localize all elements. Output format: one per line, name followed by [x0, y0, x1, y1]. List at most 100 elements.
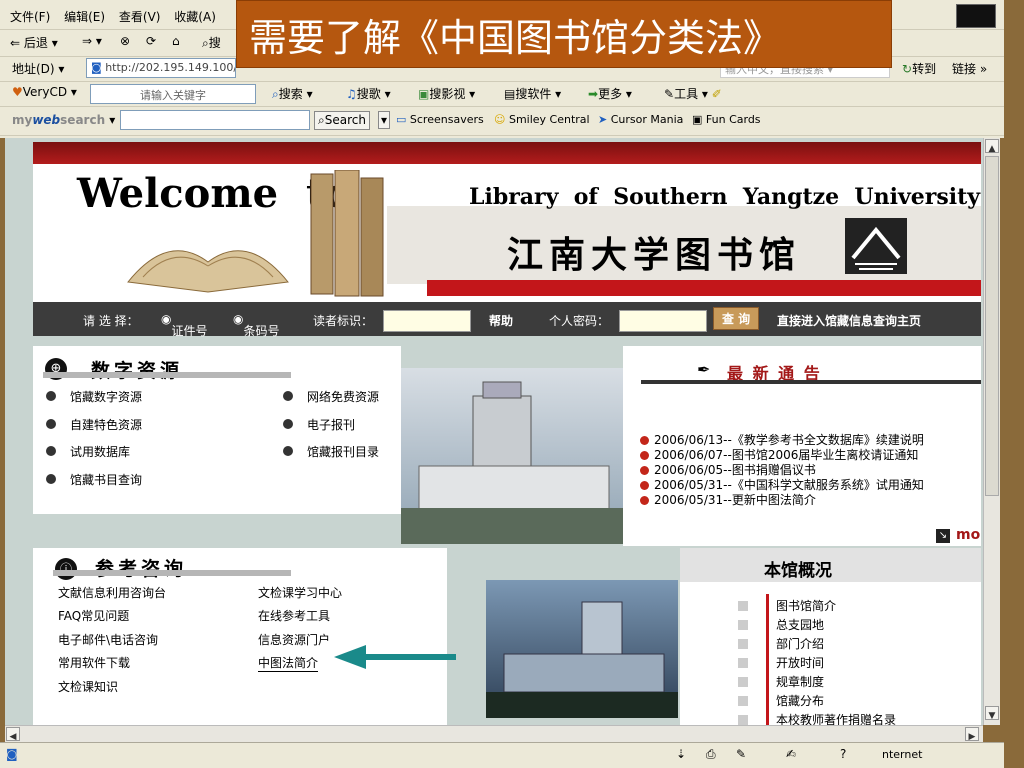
overview-link[interactable]: 图书馆简介 — [738, 597, 836, 614]
verycd-brand[interactable]: ♥VeryCD ▾ — [12, 85, 77, 99]
overview-link[interactable]: 规章制度 — [738, 673, 824, 690]
overview-link[interactable]: 本校教师著作捐赠名录 — [738, 711, 896, 725]
websearch-dropdown[interactable]: ▾ — [378, 111, 391, 129]
scroll-up-icon[interactable]: ▲ — [985, 139, 999, 154]
password-input[interactable] — [619, 310, 707, 332]
password-label: 个人密码： — [549, 314, 610, 328]
reader-id-input[interactable] — [383, 310, 471, 332]
overview-link[interactable]: 总支园地 — [738, 616, 824, 633]
header-red-band — [33, 142, 981, 164]
verycd-video[interactable]: ▣搜影视 ▾ — [418, 85, 475, 102]
overview-link[interactable]: 部门介绍 — [738, 635, 824, 652]
websearch-input[interactable] — [120, 110, 310, 130]
bullet-icon — [283, 419, 293, 429]
scroll-thumb[interactable] — [985, 156, 999, 496]
bullet-icon — [283, 391, 293, 401]
stop-button[interactable]: ⊗ — [120, 34, 130, 48]
search-button[interactable]: ⌕搜 — [202, 34, 221, 51]
horizontal-scrollbar[interactable]: ◀ ▶ — [5, 725, 983, 742]
digital-link[interactable]: 自建特色资源 — [70, 416, 142, 433]
forward-icon: ⇒ — [82, 34, 93, 48]
slide-title: 需要了解《中国图书馆分类法》 — [249, 16, 782, 60]
scroll-left-icon[interactable]: ◀ — [6, 727, 20, 742]
overview-link[interactable]: 开放时间 — [738, 654, 824, 671]
page-status-icon: ◙ — [6, 747, 18, 761]
verycd-music[interactable]: ♫搜歌 ▾ — [346, 85, 391, 102]
radio-barcode[interactable]: ◉ 条码号 — [233, 312, 280, 338]
bullet-icon — [283, 446, 293, 456]
menu-file[interactable]: 文件(F) — [10, 8, 50, 25]
go-button[interactable]: ↻转到 — [902, 60, 936, 77]
menu-view[interactable]: 查看(V) — [119, 8, 161, 25]
digital-link[interactable]: 电子报刊 — [307, 416, 355, 433]
smiley-central-link[interactable]: ☺ Smiley Central — [494, 113, 590, 126]
more-link[interactable]: more — [956, 527, 981, 543]
reference-link[interactable]: FAQ常见问题 — [58, 607, 129, 624]
overview-title: 本馆概况 — [764, 561, 832, 581]
title-underline — [43, 372, 291, 378]
menu-edit[interactable]: 编辑(E) — [64, 8, 105, 25]
screensavers-link[interactable]: ▭ Screensavers — [396, 113, 484, 126]
verycd-tools[interactable]: ✎工具 ▾ ✐ — [664, 85, 722, 102]
verycd-search-input[interactable]: 请输入关键字 — [90, 84, 256, 104]
open-book-image — [123, 222, 293, 294]
websearch-logo[interactable]: mywebsearch ▾ — [12, 113, 115, 127]
notice-item[interactable]: 2006/05/31--更新中图法简介 — [640, 491, 816, 508]
arrow-box-icon — [738, 677, 748, 687]
catalog-home-link[interactable]: 直接进入馆藏信息查询主页 — [777, 312, 921, 329]
help-link[interactable]: 帮助 — [489, 312, 513, 329]
arrow-box-icon — [738, 696, 748, 706]
verycd-more[interactable]: ➡更多 ▾ — [588, 85, 632, 102]
reference-link[interactable]: 文献信息利用咨询台 — [58, 584, 166, 601]
digital-link[interactable]: 馆藏报刊目录 — [307, 443, 379, 460]
download-icon: ⇣ — [676, 747, 687, 761]
verycd-software[interactable]: ▤搜软件 ▾ — [504, 85, 561, 102]
vertical-scrollbar[interactable]: ▲ ▼ — [983, 138, 1000, 725]
slide-title-box: 需要了解《中国图书馆分类法》 — [236, 0, 892, 68]
query-button[interactable]: 查 询 — [713, 307, 760, 330]
reference-link[interactable]: 常用软件下载 — [58, 654, 130, 671]
home-button[interactable]: ⌂ — [172, 34, 180, 48]
digital-link[interactable]: 馆藏数字资源 — [70, 388, 142, 405]
back-button[interactable]: ⇐ 后退 ▾ — [10, 34, 58, 51]
smiley-icon: ☺ — [494, 113, 506, 126]
windows-logo-icon — [956, 4, 996, 28]
back-icon: ⇐ — [10, 36, 21, 50]
reference-link[interactable]: 文检课学习中心 — [258, 584, 342, 601]
reference-link[interactable]: 在线参考工具 — [258, 607, 330, 624]
address-label: 地址(D) ▾ — [12, 62, 65, 76]
home-icon: ⌂ — [172, 34, 180, 48]
library-banner: Welcome to Library of Southern Yangtze U… — [33, 164, 981, 302]
radio-id-number[interactable]: ◉ 证件号 — [161, 312, 208, 338]
digital-link[interactable]: 网络免费资源 — [307, 388, 379, 405]
url-input[interactable]: ◙ http://202.195.149.100/ — [86, 58, 236, 78]
bullet-icon — [46, 446, 56, 456]
refresh-button[interactable]: ⟳ — [146, 34, 156, 48]
reference-link[interactable]: 信息资源门户 — [258, 631, 330, 648]
menu-favorites[interactable]: 收藏(A) — [174, 8, 216, 25]
websearch-search-button[interactable]: ⌕Search — [314, 111, 370, 130]
reader-id-label: 读者标识： — [313, 314, 374, 328]
banner-red-stripe — [427, 280, 981, 296]
refresh-icon: ⟳ — [146, 34, 157, 48]
notice-bullet-icon — [640, 436, 649, 445]
clc-intro-link[interactable]: 中图法简介 — [258, 654, 319, 672]
digital-link[interactable]: 试用数据库 — [70, 443, 130, 460]
fun-cards-link[interactable]: ▣ Fun Cards — [692, 113, 761, 126]
forward-button[interactable]: ⇒ ▾ — [82, 34, 102, 48]
links-button[interactable]: 链接 » — [952, 60, 987, 77]
green-arrow-icon: ➡ — [588, 87, 599, 101]
reference-title: 参考咨询 — [95, 558, 188, 580]
reference-link[interactable]: 文检课知识 — [58, 678, 118, 695]
cursor-mania-link[interactable]: ➤ Cursor Mania — [598, 113, 683, 126]
monitor-icon: ▭ — [396, 113, 407, 126]
reference-link[interactable]: 电子邮件\电话咨询 — [58, 631, 158, 648]
verycd-search[interactable]: ⌕搜索 ▾ — [272, 85, 313, 102]
overview-link[interactable]: 馆藏分布 — [738, 692, 824, 709]
digital-link[interactable]: 馆藏书目查询 — [70, 471, 142, 488]
arrow-box-icon — [738, 639, 748, 649]
scroll-right-icon[interactable]: ▶ — [965, 727, 979, 742]
arrow-box-icon — [738, 601, 748, 611]
scroll-down-icon[interactable]: ▼ — [985, 706, 999, 721]
notice-bullet-icon — [640, 481, 649, 490]
